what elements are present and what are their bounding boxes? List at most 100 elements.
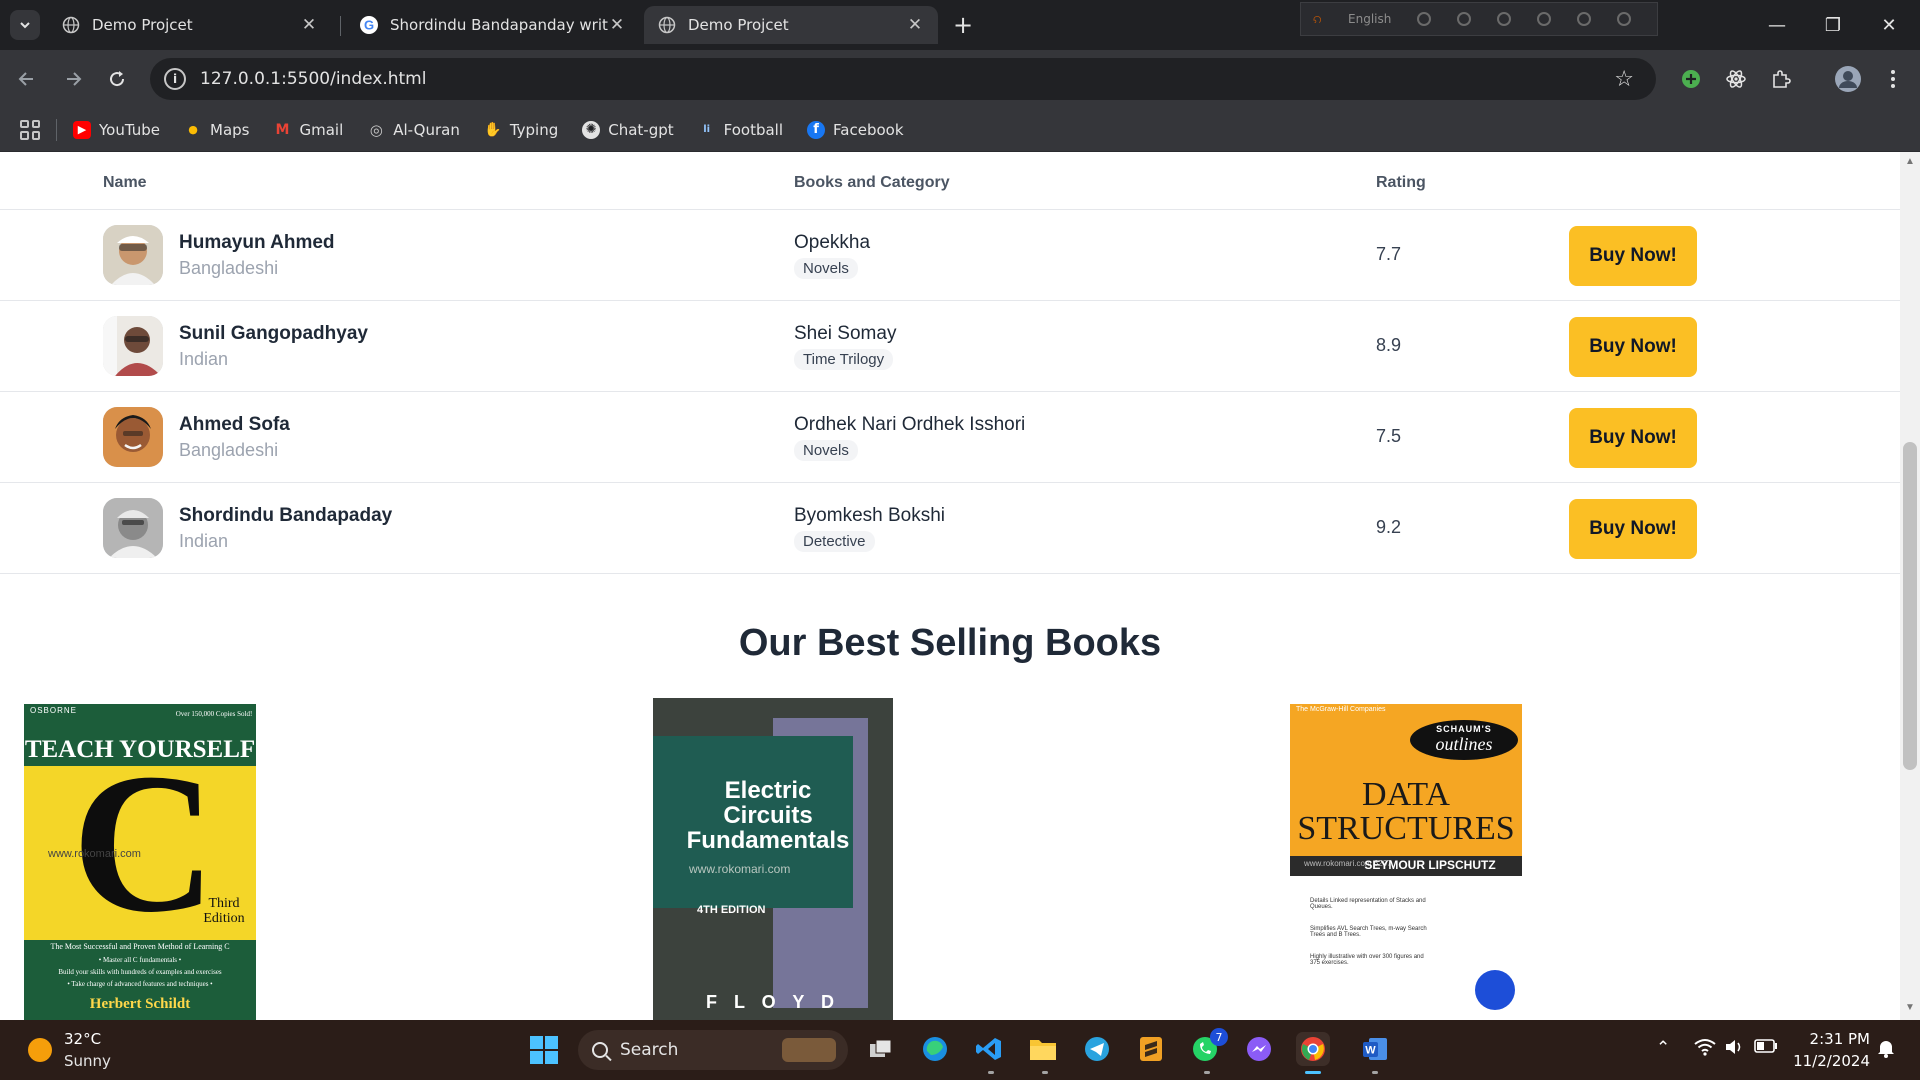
- book-cover-electric-circuits[interactable]: Electric Circuits Fundamentals www.rokom…: [653, 698, 893, 1020]
- close-icon[interactable]: ✕: [608, 15, 626, 35]
- forward-button[interactable]: [58, 64, 88, 94]
- page-scrollbar[interactable]: ▲ ▼: [1900, 152, 1920, 1020]
- messenger-icon[interactable]: [1242, 1032, 1276, 1066]
- running-indicator: [1204, 1071, 1210, 1074]
- buy-now-button[interactable]: Buy Now!: [1569, 499, 1697, 559]
- football-site-icon: li: [703, 124, 711, 135]
- site-info-icon[interactable]: i: [164, 68, 186, 90]
- extensions-puzzle-icon[interactable]: [1766, 64, 1796, 94]
- bookmark-football[interactable]: li Football: [698, 121, 783, 139]
- close-window-button[interactable]: ✕: [1866, 12, 1912, 38]
- sublime-text-icon[interactable]: [1134, 1032, 1168, 1066]
- back-button[interactable]: [12, 64, 42, 94]
- bookmark-facebook[interactable]: f Facebook: [807, 120, 904, 139]
- cover-series: SCHAUM'S: [1436, 724, 1492, 734]
- language-selector[interactable]: English: [1348, 12, 1391, 26]
- vscode-icon[interactable]: [972, 1032, 1006, 1066]
- battery-icon[interactable]: [1754, 1038, 1778, 1054]
- bookmark-separator: [56, 118, 57, 141]
- buy-now-button[interactable]: Buy Now!: [1569, 226, 1697, 286]
- wifi-icon[interactable]: [1694, 1038, 1716, 1056]
- sun-icon[interactable]: [28, 1038, 52, 1062]
- bookmark-typing[interactable]: ✋ Typing: [484, 121, 558, 139]
- minimize-button[interactable]: —: [1754, 12, 1800, 38]
- close-icon[interactable]: ✕: [906, 15, 924, 35]
- plus-circle-icon: [1682, 70, 1700, 88]
- profile-avatar[interactable]: [1833, 64, 1863, 94]
- close-icon[interactable]: ✕: [300, 15, 318, 35]
- tab-shordindu-search[interactable]: G Shordindu Bandapanday writr - ✕: [346, 6, 640, 44]
- edge-icon[interactable]: [1537, 12, 1552, 26]
- cover-badge-icon: [1475, 970, 1515, 1010]
- cover-author: F L O Y D: [705, 992, 841, 1012]
- apps-grid-icon[interactable]: [20, 119, 40, 140]
- running-indicator: [1372, 1071, 1378, 1074]
- browser-toolbar: i 127.0.0.1:5500/index.html ☆: [0, 50, 1920, 108]
- word-icon[interactable]: W: [1358, 1032, 1392, 1066]
- taskbar-clock-date[interactable]: 11/2/2024: [1790, 1052, 1870, 1070]
- gear-icon[interactable]: [1497, 12, 1512, 26]
- address-bar[interactable]: i 127.0.0.1:5500/index.html ☆: [150, 58, 1656, 100]
- task-view-icon[interactable]: [864, 1032, 898, 1066]
- taskbar-clock-time[interactable]: 2:31 PM: [1800, 1030, 1870, 1048]
- author-avatar-shordindu: [103, 498, 163, 558]
- react-devtools-icon[interactable]: [1721, 64, 1751, 94]
- tab-demo-project-active[interactable]: Demo Projcet ✕: [644, 6, 938, 44]
- taskbar-search[interactable]: Search: [578, 1030, 848, 1070]
- bookmark-al-quran[interactable]: ◎ Al-Quran: [367, 121, 460, 139]
- scroll-up-icon[interactable]: ▲: [1904, 156, 1916, 167]
- author-name: Sunil Gangopadhyay: [179, 323, 368, 344]
- book-cover-teach-yourself-c[interactable]: OSBORNE Over 150,000 Copies Sold! TEACH …: [24, 704, 256, 1020]
- browser-menu-button[interactable]: [1878, 64, 1908, 94]
- file-explorer-icon[interactable]: [1026, 1032, 1060, 1066]
- tab-search-button[interactable]: [10, 10, 40, 40]
- scroll-down-icon[interactable]: ▼: [1904, 1002, 1916, 1013]
- restore-button[interactable]: ❐: [1810, 12, 1856, 38]
- svg-text:G: G: [364, 18, 374, 33]
- cover-copies-tag: Over 150,000 Copies Sold!: [175, 710, 253, 718]
- weather-temperature[interactable]: 32°C: [64, 1030, 101, 1048]
- telegram-icon[interactable]: [1080, 1032, 1114, 1066]
- arrow-right-icon: [67, 72, 82, 86]
- notification-bell-icon[interactable]: [1876, 1038, 1896, 1058]
- volume-icon[interactable]: [1724, 1038, 1744, 1056]
- scrollbar-thumb[interactable]: [1903, 442, 1917, 770]
- author-avatar-ahmed-sofa: [103, 407, 163, 467]
- cover-author: SEYMOUR LIPSCHUTZ: [1364, 858, 1496, 872]
- cover-point: Simplifies AVL Search Trees, m-way Searc…: [1310, 926, 1427, 938]
- bookmark-label: Al-Quran: [393, 120, 460, 139]
- bookmark-chat-gpt[interactable]: ✺ Chat-gpt: [582, 120, 674, 139]
- table-row: Humayun Ahmed Bangladeshi Opekkha Novels…: [0, 210, 1900, 301]
- bookmark-maps[interactable]: ● Maps: [184, 121, 249, 139]
- maps-pin-icon: ●: [188, 123, 198, 136]
- book-title: Opekkha: [794, 232, 871, 253]
- buy-now-button[interactable]: Buy Now!: [1569, 408, 1697, 468]
- cover-publisher: OSBORNE: [30, 706, 78, 715]
- reload-button[interactable]: [102, 64, 132, 94]
- url-text[interactable]: 127.0.0.1:5500/index.html: [200, 69, 1614, 89]
- bookmark-star-icon[interactable]: ☆: [1614, 67, 1634, 92]
- buy-now-button[interactable]: Buy Now!: [1569, 317, 1697, 377]
- whatsapp-notification-badge: 7: [1210, 1028, 1228, 1046]
- new-tab-button[interactable]: +: [948, 10, 978, 40]
- extension-plus-icon[interactable]: [1676, 64, 1706, 94]
- bookmark-gmail[interactable]: M Gmail: [273, 120, 344, 139]
- puzzle-icon: [1773, 70, 1791, 88]
- tab-demo-project-1[interactable]: Demo Projcet ✕: [48, 6, 332, 44]
- app-logo-icon[interactable]: ၵ: [1313, 7, 1322, 31]
- book-cover-data-structures[interactable]: The McGraw-Hill Companies SCHAUM'S outli…: [1290, 704, 1522, 1020]
- tray-chevron-up-icon[interactable]: ⌃: [1656, 1038, 1670, 1058]
- edge-icon[interactable]: [918, 1032, 952, 1066]
- weather-condition[interactable]: Sunny: [64, 1052, 111, 1070]
- info-icon[interactable]: [1617, 12, 1632, 26]
- help-icon[interactable]: [1577, 12, 1592, 26]
- cover-title: STRUCTURES: [1297, 810, 1515, 847]
- chrome-icon[interactable]: [1296, 1032, 1330, 1066]
- bookmark-label: Gmail: [299, 120, 344, 139]
- keyboard-icon[interactable]: [1417, 12, 1432, 26]
- hand-icon: ✋: [484, 121, 502, 138]
- bookmark-youtube[interactable]: ▶ YouTube: [73, 120, 160, 139]
- tool-icon[interactable]: [1457, 12, 1472, 26]
- windows-start-icon[interactable]: [530, 1036, 558, 1064]
- author-name: Ahmed Sofa: [179, 414, 290, 435]
